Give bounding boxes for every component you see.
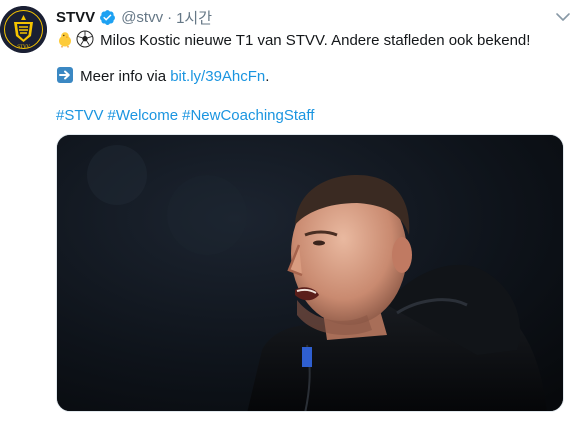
- avatar-text: STVV: [17, 44, 30, 50]
- baby-chick-emoji-icon: [56, 30, 74, 48]
- more-info-prefix: Meer info via: [80, 68, 171, 85]
- handle[interactable]: @stvv: [121, 9, 163, 26]
- soccer-ball-emoji-icon: [76, 30, 94, 48]
- tweet-body-text: Milos Kostic nieuwe T1 van STVV. Andere …: [100, 32, 531, 49]
- tweet-link[interactable]: bit.ly/39AhcFn: [170, 68, 265, 85]
- hashtag-stvv[interactable]: #STVV: [56, 107, 104, 124]
- display-name[interactable]: STVV: [56, 9, 95, 26]
- chevron-down-icon[interactable]: [555, 10, 571, 22]
- coach-photo-image: [57, 135, 563, 411]
- tweet-header: STVV @stvv · 1시간: [56, 6, 212, 28]
- tweet-card[interactable]: STVV STVV @stvv · 1시간 Milos Kostic nieuw…: [0, 0, 579, 422]
- more-info-suffix: .: [265, 68, 270, 85]
- avatar[interactable]: STVV: [0, 6, 47, 53]
- hashtag-row: #STVV #Welcome #NewCoachingStaff: [56, 106, 318, 126]
- tweet-photo[interactable]: [56, 134, 564, 412]
- hashtag-welcome[interactable]: #Welcome: [108, 107, 179, 124]
- hashtag-newcoachingstaff[interactable]: #NewCoachingStaff: [182, 107, 314, 124]
- tweet-text-line-2: Meer info via bit.ly/39AhcFn.: [56, 66, 269, 87]
- right-arrow-emoji-icon: [56, 66, 74, 84]
- verified-badge-icon: [99, 9, 116, 26]
- separator-dot: ·: [167, 8, 173, 26]
- tweet-text-line-1: Milos Kostic nieuwe T1 van STVV. Andere …: [56, 30, 530, 51]
- stvv-logo-icon: STVV: [0, 6, 47, 53]
- timestamp[interactable]: 1시간: [176, 7, 212, 28]
